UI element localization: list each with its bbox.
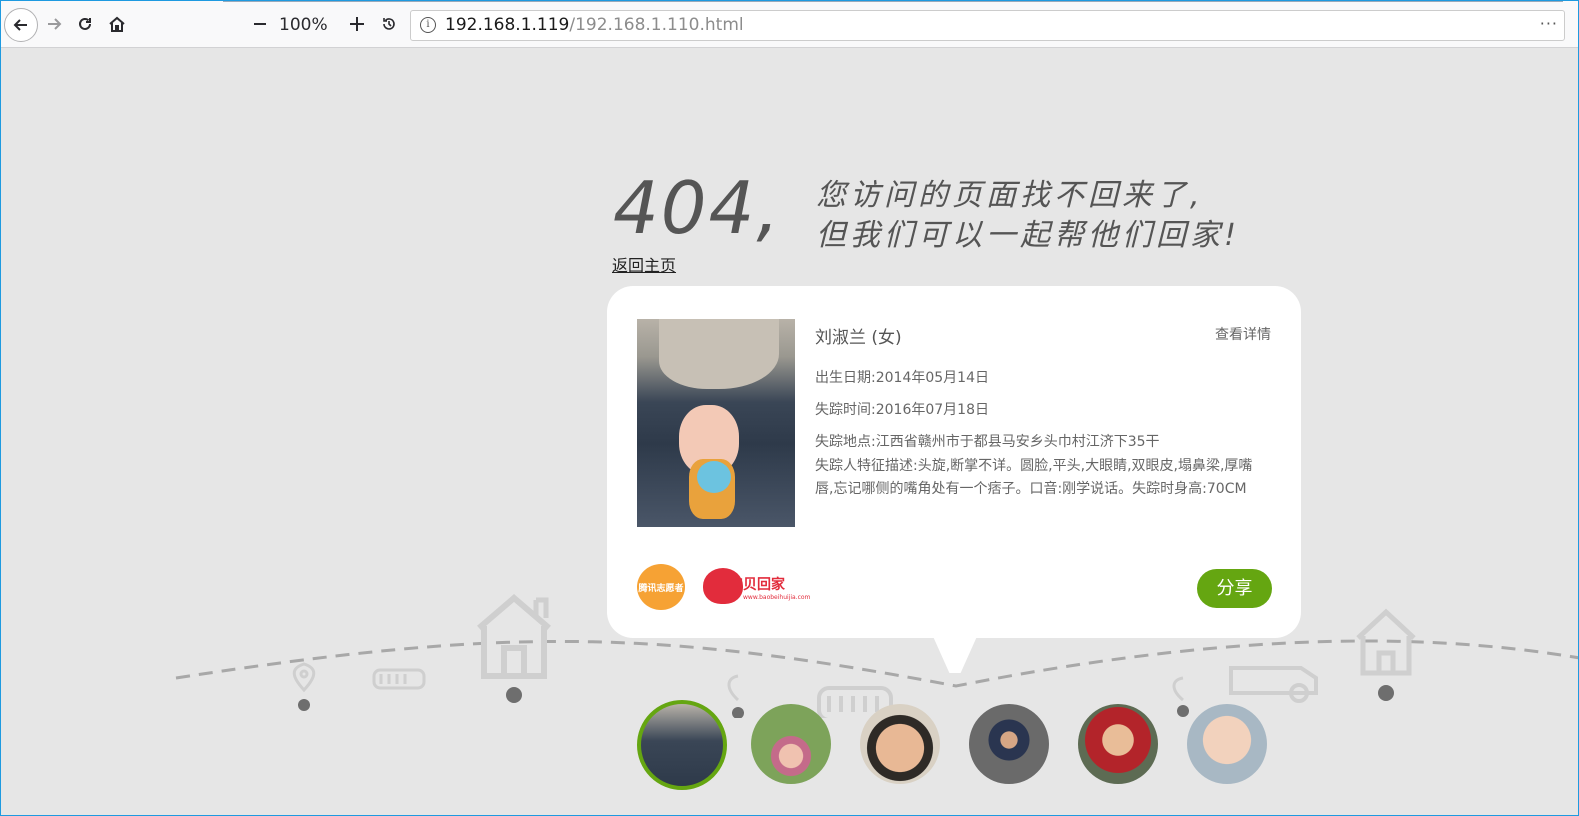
person-name: 刘淑兰 (女): [815, 328, 902, 348]
page-actions-icon[interactable]: ···: [1540, 14, 1558, 33]
tab-strip-edge: [223, 1, 1563, 5]
reload-button[interactable]: [70, 9, 100, 39]
dashed-road: [175, 639, 1578, 688]
home-link[interactable]: 返回主页: [612, 252, 676, 276]
zoom-reset-button[interactable]: [374, 9, 404, 39]
location-pin-icon: [727, 674, 1184, 702]
error-code: 404,: [613, 166, 782, 250]
thumbnail-1[interactable]: [637, 700, 727, 790]
house-icon: [477, 594, 551, 679]
thumbnail-4[interactable]: [969, 704, 1049, 784]
tencent-volunteer-logo: 腾讯志愿者: [637, 564, 685, 610]
browser-window: 100% i 192.168.1.119/192.168.1.110.html …: [0, 0, 1579, 816]
error-message: 您访问的页面找不回来了, 但我们可以一起帮他们回家!: [816, 176, 1240, 256]
person-description: 失踪人特征描述:头旋,断掌不详。圆脸,平头,大眼睛,双眼皮,塌鼻梁,厚嘴唇,忘记…: [815, 458, 1253, 497]
location-pin-icon: [292, 662, 316, 693]
plus-icon: [350, 17, 364, 31]
zoom-level[interactable]: 100%: [279, 15, 328, 35]
thumbnail-2[interactable]: [751, 704, 831, 784]
tencent-volunteer-logo-text: 腾讯志愿者: [638, 583, 684, 594]
back-button[interactable]: [4, 8, 38, 42]
birth-date: 出生日期:2014年05月14日: [815, 370, 989, 386]
view-details-link[interactable]: 查看详情: [1215, 324, 1271, 344]
browser-toolbar: 100% i 192.168.1.119/192.168.1.110.html …: [1, 1, 1578, 48]
thumbnail-5[interactable]: [1078, 704, 1158, 784]
road-marker: [1177, 705, 1189, 717]
road-marker: [506, 687, 522, 703]
url-path: /192.168.1.110.html: [569, 15, 744, 35]
forward-button[interactable]: [39, 9, 69, 39]
share-button[interactable]: 分享: [1197, 569, 1272, 608]
baobeihuijia-logo: 宝贝回家 www.baobeihuijia.com: [703, 566, 811, 608]
home-icon: [109, 16, 125, 32]
missing-person-photo: [637, 319, 795, 527]
baobeihuijia-logo-text: 宝贝回家: [729, 577, 785, 593]
zoom-out-button[interactable]: [245, 9, 275, 39]
thumbnail-6[interactable]: [1187, 704, 1267, 784]
minus-icon: [254, 23, 266, 25]
missing-person-card: 刘淑兰 (女) 查看详情 出生日期:2014年05月14日 失踪时间:2016年…: [607, 286, 1301, 638]
url-text[interactable]: 192.168.1.119/192.168.1.110.html: [445, 15, 744, 35]
arrow-left-icon: [13, 19, 27, 31]
error-message-line1: 您访问的页面找不回来了,: [816, 178, 1204, 213]
error-message-line2: 但我们可以一起帮他们回家!: [816, 218, 1241, 253]
baobeihuijia-logo-url: www.baobeihuijia.com: [743, 594, 811, 601]
reload-icon: [79, 17, 91, 30]
road-marker: [1378, 685, 1394, 701]
page-content: 404, 您访问的页面找不回来了, 但我们可以一起帮他们回家! 返回主页 刘淑兰…: [1, 48, 1578, 815]
missing-place: 失踪地点:江西省赣州市于都县马安乡头巾村江济下35干: [815, 434, 1160, 450]
car-icon: [1229, 666, 1318, 703]
missing-time: 失踪时间:2016年07月18日: [815, 402, 989, 418]
road-marker: [732, 707, 744, 718]
zoom-in-button[interactable]: [342, 9, 372, 39]
url-host: 192.168.1.119: [445, 15, 570, 35]
history-icon: [383, 18, 395, 30]
url-bar[interactable]: i 192.168.1.119/192.168.1.110.html ···: [410, 10, 1565, 41]
home-button[interactable]: [102, 9, 132, 39]
info-icon[interactable]: i: [420, 17, 436, 33]
thumbnail-3[interactable]: [860, 704, 940, 784]
road-marker: [298, 699, 310, 711]
bus-icon: [372, 668, 426, 690]
arrow-right-icon: [48, 18, 62, 30]
